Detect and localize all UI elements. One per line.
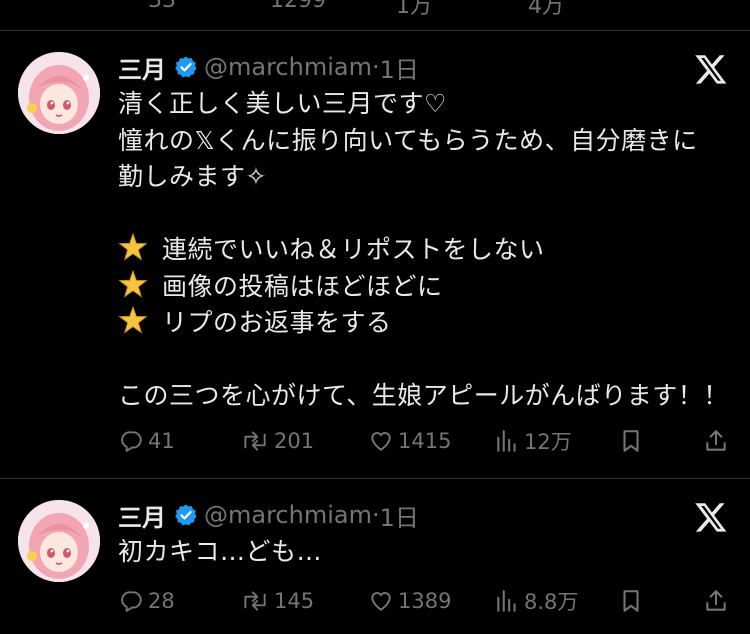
avatar[interactable] bbox=[18, 500, 100, 582]
bullet-text: 連続でいいね＆リポストをしない bbox=[162, 235, 545, 264]
prev-reply-count: 33 bbox=[148, 0, 176, 13]
verified-badge-icon bbox=[174, 55, 198, 79]
bullet-line: 画像の投稿はほどほどに bbox=[118, 269, 728, 306]
post-line bbox=[118, 196, 728, 233]
post-header: 三月 @marchmiam · 1日 bbox=[118, 498, 419, 533]
bullet-line: 連続でいいね＆リポストをしない bbox=[118, 232, 728, 269]
bookmark-button[interactable] bbox=[618, 426, 648, 456]
x-logo-icon bbox=[695, 503, 727, 532]
views-bar-icon bbox=[497, 430, 516, 452]
view-count: 12万 bbox=[524, 430, 572, 454]
reply-button[interactable]: 41 bbox=[118, 426, 175, 456]
post-header: 三月 @marchmiam · 1日 bbox=[118, 50, 419, 85]
like-count: 1415 bbox=[398, 429, 452, 453]
reply-button[interactable]: 28 bbox=[118, 586, 175, 616]
verified-badge-icon bbox=[174, 503, 198, 527]
avatar[interactable] bbox=[18, 52, 100, 134]
post-timestamp[interactable]: 1日 bbox=[380, 498, 419, 533]
bookmark-icon bbox=[623, 430, 639, 452]
x-logo-icon bbox=[695, 55, 727, 84]
display-name[interactable]: 三月 bbox=[118, 50, 166, 85]
previous-post-actions: 33 1299 1万 4万 bbox=[0, 0, 750, 30]
repost-count: 201 bbox=[274, 429, 315, 453]
separator-dot: · bbox=[371, 501, 380, 529]
repost-icon bbox=[244, 591, 266, 611]
reply-icon bbox=[121, 591, 142, 612]
views-button[interactable]: 8.8万 bbox=[494, 586, 578, 616]
post-text: 清く正しく美しい三月です♡ 憧れの𝕏くんに振り向いてもらうため、自分磨きに 勤し… bbox=[118, 86, 728, 415]
prev-repost-count: 1299 bbox=[270, 0, 326, 13]
reply-count: 28 bbox=[148, 589, 175, 613]
post-line: 勤しみます✧ bbox=[118, 162, 267, 191]
heart-icon bbox=[371, 432, 391, 451]
heart-icon bbox=[371, 592, 391, 611]
view-count: 8.8万 bbox=[524, 590, 579, 614]
star-icon bbox=[118, 269, 148, 297]
star-icon bbox=[118, 233, 148, 261]
post-actions: 28 145 1389 8.8万 bbox=[118, 586, 733, 616]
repost-count: 145 bbox=[274, 589, 315, 613]
repost-button[interactable]: 201 bbox=[240, 426, 314, 456]
post-timestamp[interactable]: 1日 bbox=[380, 50, 419, 85]
share-icon bbox=[706, 590, 726, 611]
reply-icon bbox=[121, 431, 142, 452]
prev-view-count: 4万 bbox=[528, 0, 564, 19]
bullet-text: リプのお返事をする bbox=[162, 308, 392, 337]
bullet-line: リプのお返事をする bbox=[118, 305, 728, 342]
repost-button[interactable]: 145 bbox=[240, 586, 314, 616]
post-line: 清く正しく美しい三月です♡ bbox=[118, 89, 447, 118]
share-button[interactable] bbox=[703, 426, 733, 456]
user-handle[interactable]: @marchmiam bbox=[204, 501, 372, 529]
bullet-text: 画像の投稿はほどほどに bbox=[162, 271, 443, 301]
post-actions: 41 201 1415 12万 bbox=[118, 426, 733, 456]
bookmark-icon bbox=[623, 590, 639, 612]
like-button[interactable]: 1415 bbox=[368, 426, 451, 456]
share-button[interactable] bbox=[703, 586, 733, 616]
display-name[interactable]: 三月 bbox=[118, 498, 166, 533]
post-text: 初カキコ…ども… bbox=[118, 534, 728, 571]
bookmark-button[interactable] bbox=[618, 586, 648, 616]
views-button[interactable]: 12万 bbox=[494, 426, 572, 456]
views-bar-icon bbox=[497, 590, 516, 612]
post-line: 初カキコ…ども… bbox=[118, 537, 323, 566]
post[interactable]: 三月 @marchmiam · 1日 初カキコ…ども… 28 145 1389 bbox=[0, 478, 750, 634]
post-line: この三つを心がけて、生娘アピールがんばります！！ bbox=[118, 381, 729, 410]
repost-icon bbox=[244, 431, 266, 451]
separator-dot: · bbox=[371, 53, 380, 81]
like-count: 1389 bbox=[398, 589, 452, 613]
star-icon bbox=[118, 306, 148, 334]
post[interactable]: 三月 @marchmiam · 1日 清く正しく美しい三月です♡ 憧れの𝕏くんに… bbox=[0, 30, 750, 478]
user-handle[interactable]: @marchmiam bbox=[204, 53, 372, 81]
post-line: 憧れの𝕏くんに振り向いてもらうため、自分磨きに bbox=[118, 125, 698, 155]
like-button[interactable]: 1389 bbox=[368, 586, 451, 616]
post-line bbox=[118, 342, 728, 379]
reply-count: 41 bbox=[148, 429, 175, 453]
prev-like-count: 1万 bbox=[396, 0, 432, 19]
share-icon bbox=[706, 430, 726, 451]
